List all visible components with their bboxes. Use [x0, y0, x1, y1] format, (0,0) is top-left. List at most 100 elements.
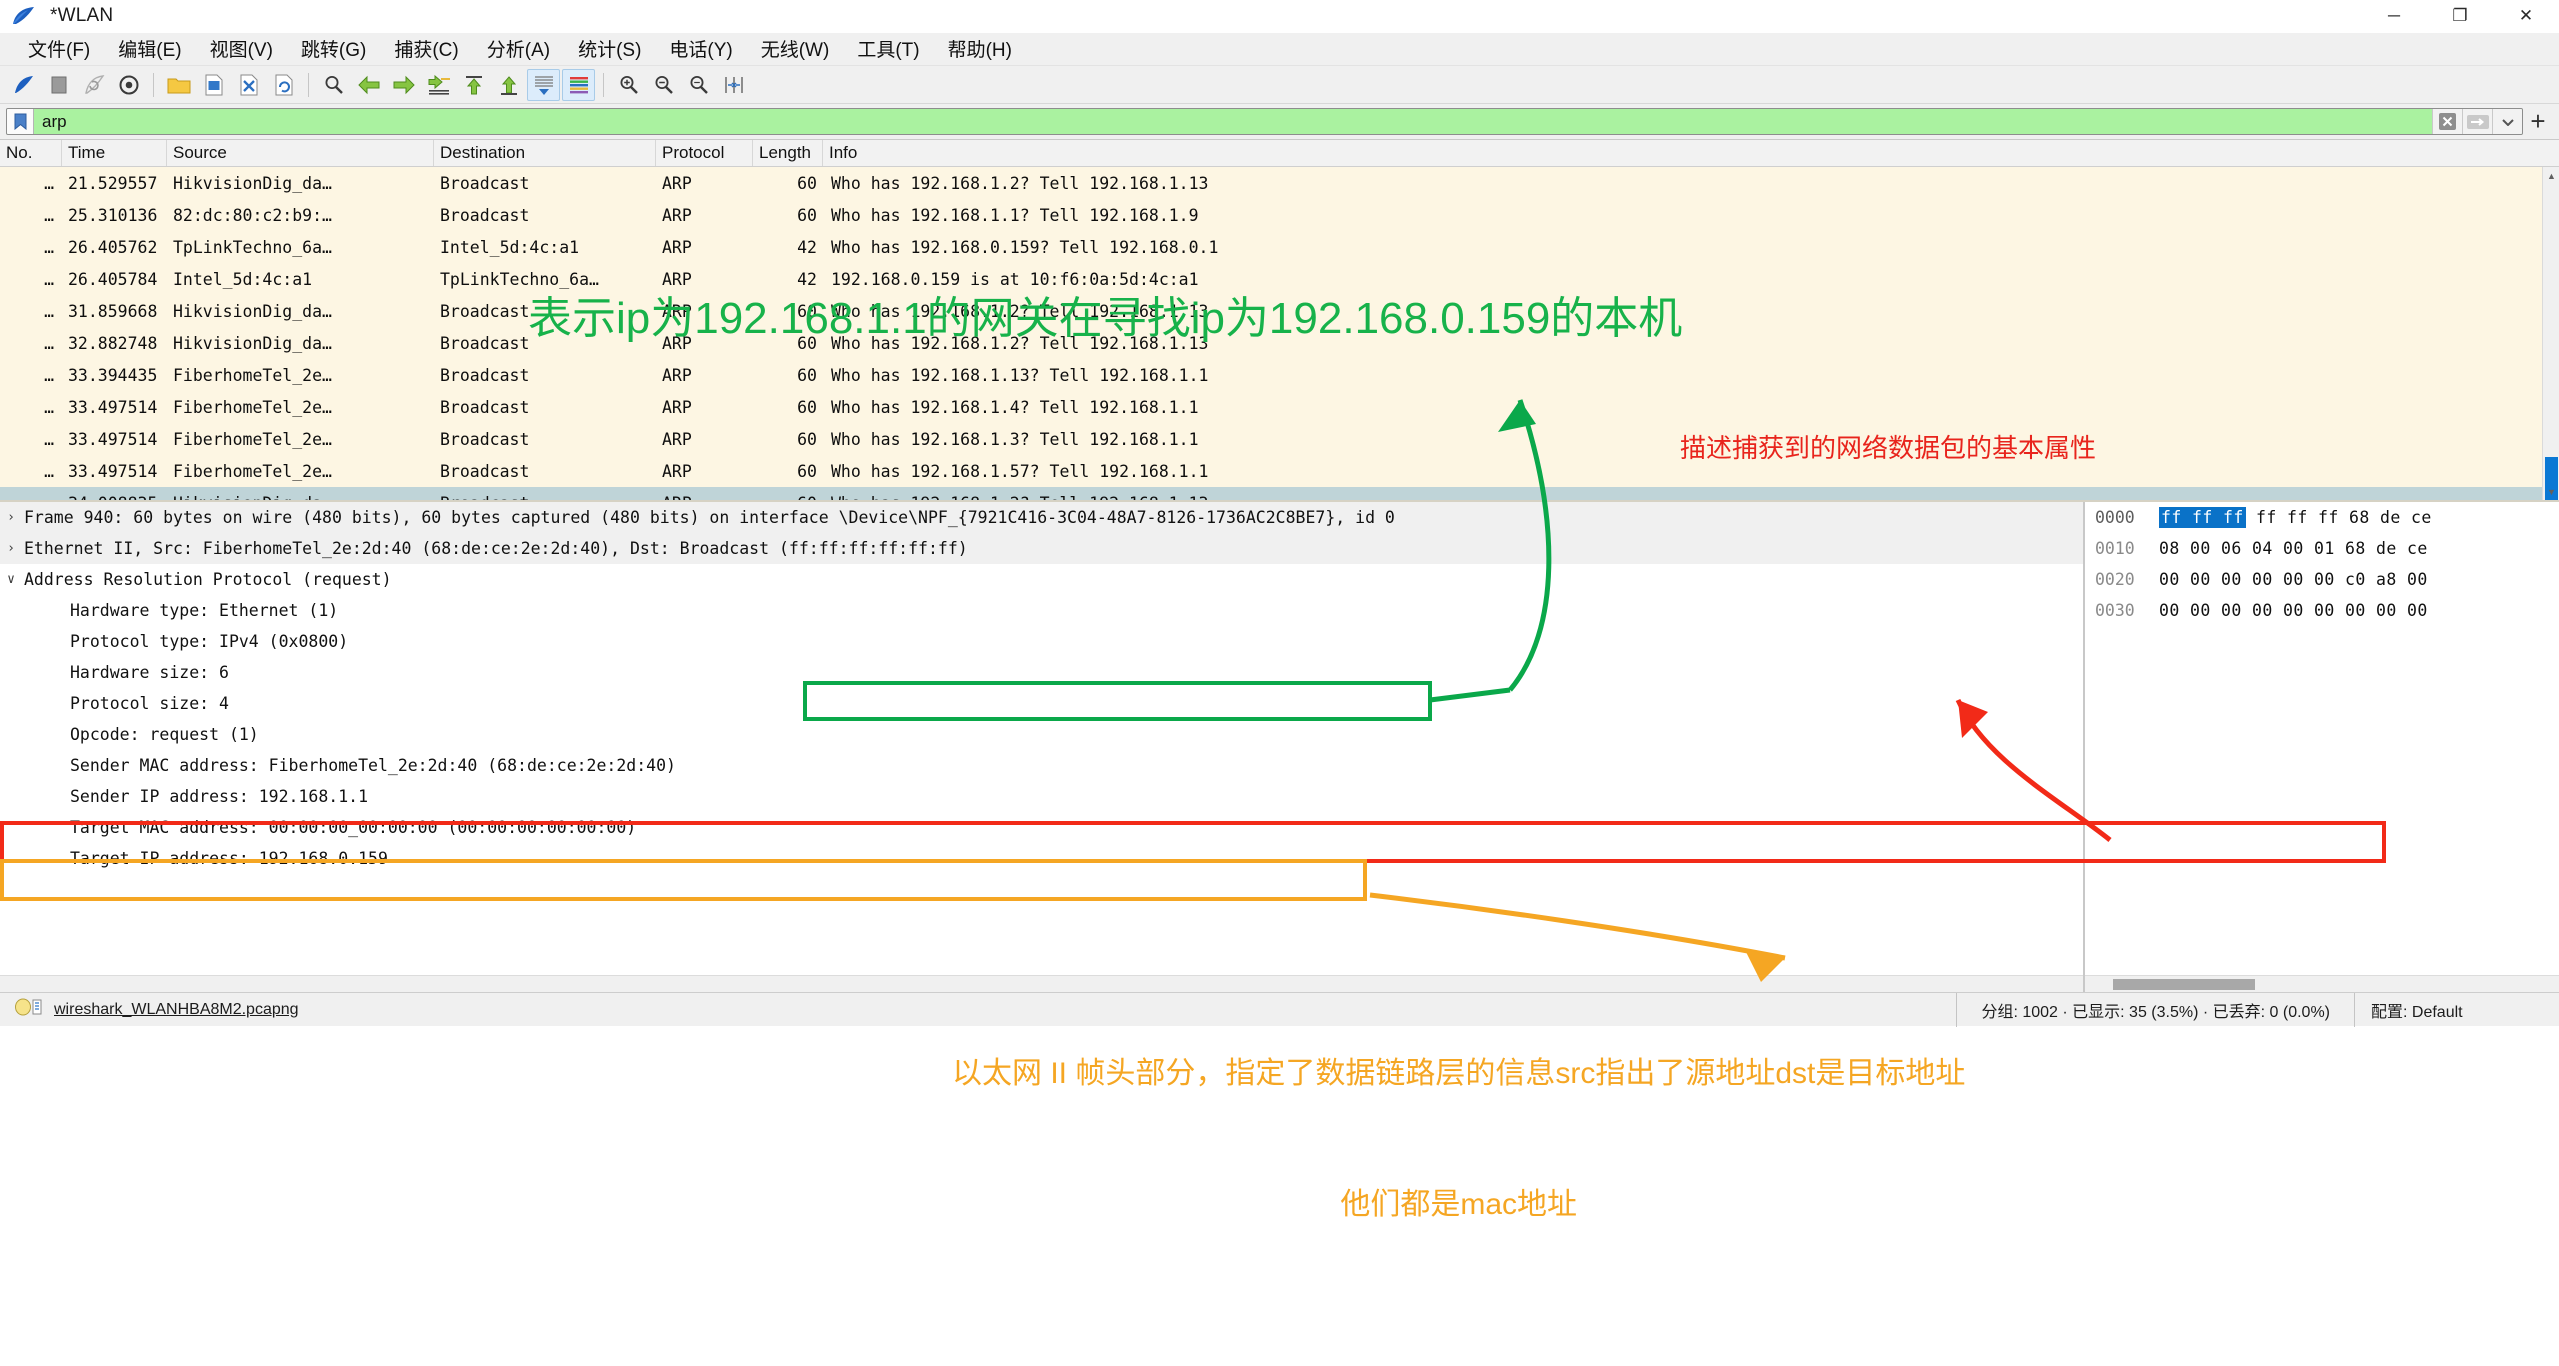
menu-view[interactable]: 视图(V) — [196, 33, 287, 65]
menu-go[interactable]: 跳转(G) — [287, 33, 380, 65]
filter-field-wrapper[interactable] — [6, 108, 2523, 135]
hex-dump-row[interactable]: 0030 00 00 00 00 00 00 00 00 00 — [2085, 595, 2559, 626]
detail-row[interactable]: ∨ Address Resolution Protocol (request) — [0, 564, 2083, 595]
packet-row[interactable]: … 21.529557 HikvisionDig_da… Broadcast ARP 60… — [0, 167, 2559, 199]
detail-row[interactable]: Hardware size: 6 — [0, 657, 2083, 688]
bytes-scrollbar-thumb[interactable] — [2113, 979, 2255, 990]
maximize-button[interactable]: ❐ — [2427, 0, 2493, 33]
plus-icon[interactable]: + — [2523, 106, 2553, 137]
packet-row[interactable]: … 26.405784 Intel_5d:4c:a1 TpLinkTechno_6a…… — [0, 263, 2559, 295]
packet-cell-length: 60 — [753, 494, 823, 501]
column-header-length[interactable]: Length — [753, 140, 823, 166]
packet-row[interactable]: … 33.497514 FiberhomeTel_2e… Broadcast ARP 60… — [0, 455, 2559, 487]
go-to-packet-icon[interactable] — [422, 69, 455, 101]
detail-horizontal-scrollbar[interactable] — [0, 975, 2083, 992]
packet-row[interactable]: … 33.394435 FiberhomeTel_2e… Broadcast ARP 60… — [0, 359, 2559, 391]
hex-dump-row[interactable]: 0000 ff ff ff ff ff ff 68 de ce — [2085, 502, 2559, 533]
detail-row[interactable]: › Ethernet II, Src: FiberhomeTel_2e:2d:40… — [0, 533, 2083, 564]
packet-row[interactable]: … 26.405762 TpLinkTechno_6a… Intel_5d:4c:a1… — [0, 231, 2559, 263]
status-filename[interactable]: wireshark_WLANHBA8M2.pcapng — [54, 1001, 299, 1019]
packet-cell-protocol: ARP — [662, 397, 692, 417]
apply-filter-icon[interactable] — [2462, 109, 2492, 134]
close-file-icon[interactable] — [232, 69, 265, 101]
go-first-packet-icon[interactable] — [457, 69, 490, 101]
zoom-reset-icon[interactable] — [682, 69, 715, 101]
detail-row[interactable]: Target MAC address: 00:00:00_00:00:00 (0… — [0, 812, 2083, 843]
menu-help[interactable]: 帮助(H) — [934, 33, 1026, 65]
detail-row[interactable]: › Frame 940: 60 bytes on wire (480 bits),… — [0, 502, 2083, 533]
go-back-icon[interactable] — [352, 69, 385, 101]
zoom-out-icon[interactable] — [647, 69, 680, 101]
hex-dump-row[interactable]: 0020 00 00 00 00 00 00 c0 a8 00 — [2085, 564, 2559, 595]
detail-row[interactable]: Opcode: request (1) — [0, 719, 2083, 750]
packet-list-scrollbar[interactable]: ▲ ▼ — [2542, 167, 2559, 500]
packet-cell-source: HikvisionDig_da… — [167, 494, 434, 501]
go-last-packet-icon[interactable] — [492, 69, 525, 101]
close-button[interactable]: ✕ — [2493, 0, 2559, 33]
hex-dump-row[interactable]: 0010 08 00 06 04 00 01 68 de ce — [2085, 533, 2559, 564]
packet-cell-time: 31.859668 — [68, 301, 158, 321]
scroll-up-arrow[interactable]: ▲ — [2543, 167, 2559, 184]
go-forward-icon[interactable] — [387, 69, 420, 101]
detail-row[interactable]: Protocol type: IPv4 (0x0800) — [0, 626, 2083, 657]
capture-options-icon[interactable] — [112, 69, 145, 101]
bytes-horizontal-scrollbar[interactable] — [2085, 975, 2559, 992]
start-capture-icon[interactable] — [7, 69, 40, 101]
column-header-info[interactable]: Info — [823, 140, 2559, 166]
chevron-down-icon[interactable] — [2492, 109, 2522, 134]
packet-cell-length: 60 — [797, 397, 817, 417]
detail-row[interactable]: Sender IP address: 192.168.1.1 — [0, 781, 2083, 812]
capture-file-icon[interactable] — [14, 998, 44, 1021]
packet-list-header: No. Time Source Destination Protocol Len… — [0, 140, 2559, 167]
filter-input[interactable] — [34, 109, 2432, 134]
packet-cell-no: … — [44, 237, 54, 257]
column-header-time[interactable]: Time — [62, 140, 167, 166]
menu-wireless[interactable]: 无线(W) — [747, 33, 844, 65]
packet-row[interactable]: … 25.310136 82:dc:80:c2:b9:… Broadcast ARP 60… — [0, 199, 2559, 231]
save-file-icon[interactable] — [197, 69, 230, 101]
packet-row[interactable]: … 31.859668 HikvisionDig_da… Broadcast ARP 60… — [0, 295, 2559, 327]
minimize-button[interactable]: ─ — [2361, 0, 2427, 33]
packet-row[interactable]: …34.008835HikvisionDig_da…BroadcastARP60… — [0, 487, 2559, 501]
column-header-destination[interactable]: Destination — [434, 140, 656, 166]
window-title: *WLAN — [50, 5, 114, 26]
reload-file-icon[interactable] — [267, 69, 300, 101]
status-profile[interactable]: 配置: Default — [2354, 992, 2559, 1027]
autoscroll-icon[interactable] — [527, 68, 560, 101]
detail-row[interactable]: Target IP address: 192.168.0.159 — [0, 843, 2083, 874]
zoom-in-icon[interactable] — [612, 69, 645, 101]
chevron-down-icon[interactable]: ∨ — [0, 572, 22, 587]
packet-row[interactable]: … 33.497514 FiberhomeTel_2e… Broadcast ARP 60… — [0, 423, 2559, 455]
packet-row[interactable]: … 33.497514 FiberhomeTel_2e… Broadcast ARP 60… — [0, 391, 2559, 423]
menu-file[interactable]: 文件(F) — [14, 33, 104, 65]
stop-capture-icon[interactable] — [42, 69, 75, 101]
find-packet-icon[interactable] — [317, 69, 350, 101]
packet-row[interactable]: … 32.882748 HikvisionDig_da… Broadcast ARP 60… — [0, 327, 2559, 359]
chevron-right-icon[interactable]: › — [0, 510, 22, 525]
menu-statistics[interactable]: 统计(S) — [564, 33, 655, 65]
annotation-orange-line2: 他们都是mac地址 — [1340, 1187, 1578, 1221]
detail-row[interactable]: Hardware type: Ethernet (1) — [0, 595, 2083, 626]
chevron-right-icon[interactable]: › — [0, 541, 22, 556]
colorize-icon[interactable] — [562, 68, 595, 101]
open-file-icon[interactable] — [162, 69, 195, 101]
detail-row[interactable]: Sender MAC address: FiberhomeTel_2e:2d:4… — [0, 750, 2083, 781]
menu-analyze[interactable]: 分析(A) — [473, 33, 564, 65]
packet-cell-no: … — [44, 333, 54, 353]
resize-columns-icon[interactable] — [717, 69, 750, 101]
column-header-protocol[interactable]: Protocol — [656, 140, 753, 166]
column-header-source[interactable]: Source — [167, 140, 434, 166]
clear-filter-icon[interactable] — [2432, 109, 2462, 134]
menu-capture[interactable]: 捕获(C) — [380, 33, 472, 65]
detail-row[interactable]: Protocol size: 4 — [0, 688, 2083, 719]
packet-cell-info: 192.168.0.159 is at 10:f6:0a:5d:4c:a1 — [831, 269, 1199, 289]
menu-tools[interactable]: 工具(T) — [843, 33, 933, 65]
hex-bytes: 00 00 00 00 00 00 c0 a8 00 — [2159, 570, 2428, 589]
menu-bar: 文件(F) 编辑(E) 视图(V) 跳转(G) 捕获(C) 分析(A) 统计(S… — [0, 33, 2559, 66]
column-header-no[interactable]: No. — [0, 140, 62, 166]
bookmark-icon[interactable] — [7, 109, 34, 134]
scroll-down-arrow[interactable]: ▼ — [2543, 483, 2559, 500]
menu-edit[interactable]: 编辑(E) — [104, 33, 195, 65]
menu-telephony[interactable]: 电话(Y) — [655, 33, 746, 65]
restart-capture-icon[interactable] — [77, 69, 110, 101]
